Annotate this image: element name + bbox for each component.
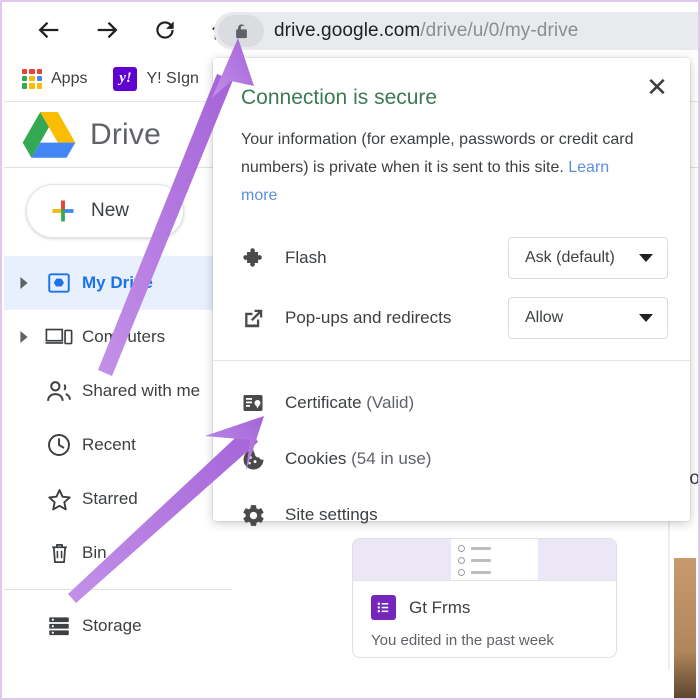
permission-label-popups: Pop-ups and redirects (285, 308, 508, 328)
file-card-subtitle: You edited in the past week (371, 632, 616, 649)
drive-sidebar: New My Drive (4, 168, 232, 653)
expand-caret-icon[interactable] (12, 331, 36, 343)
close-icon[interactable]: ✕ (640, 70, 674, 104)
google-drive-logo-icon (22, 112, 76, 158)
certificate-detail: (Valid) (362, 393, 415, 412)
external-link-icon (241, 306, 285, 331)
bookmark-apps-label: Apps (51, 70, 87, 88)
site-info-lock-button[interactable] (218, 15, 264, 47)
sidebar-label-storage: Storage (82, 616, 142, 636)
reload-icon (152, 17, 178, 43)
permission-value-popups: Allow (525, 309, 563, 327)
caret-right-icon (18, 277, 30, 289)
sidebar-item-storage[interactable]: Storage (4, 599, 232, 653)
site-settings-label: Site settings (285, 505, 378, 524)
file-card-body: Gt Frms You edited in the past week (353, 581, 616, 649)
file-card-gt-frms[interactable]: Gt Frms You edited in the past week (352, 538, 617, 658)
bookmark-yahoo-label: Y! SIgn (146, 70, 198, 88)
file-thumbnail (353, 539, 616, 581)
lock-icon (233, 22, 250, 41)
clock-icon (36, 432, 82, 458)
info-label-cookies: Cookies (54 in use) (285, 449, 431, 469)
sidebar-label-recent: Recent (82, 435, 136, 455)
back-arrow-icon (35, 16, 63, 44)
sidebar-label-computers: Computers (82, 327, 165, 347)
storage-icon (36, 614, 82, 638)
sidebar-item-computers[interactable]: Computers (4, 310, 232, 364)
chevron-down-icon (639, 254, 653, 262)
url-path: /drive/u/0/my-drive (420, 20, 578, 41)
sidebar-label-shared-with-me: Shared with me (82, 381, 200, 401)
url-text: drive.google.com/drive/u/0/my-drive (264, 20, 578, 42)
drive-title: Drive (90, 118, 161, 152)
cookies-detail: (54 in use) (346, 449, 431, 468)
yahoo-icon: y! (113, 67, 137, 91)
cookie-icon (241, 447, 285, 472)
permission-row-popups: Pop-ups and redirects Allow (213, 288, 690, 348)
address-bar[interactable]: drive.google.com/drive/u/0/my-drive (214, 12, 700, 50)
permission-value-flash: Ask (default) (525, 249, 615, 267)
trash-icon (36, 540, 82, 566)
popup-info-list: Certificate (Valid) Cookies (54 in use) (213, 361, 690, 543)
back-button[interactable] (26, 7, 72, 53)
sidebar-item-bin[interactable]: Bin (4, 526, 232, 580)
forward-arrow-icon (93, 16, 121, 44)
new-button[interactable]: New (26, 184, 184, 238)
reload-button[interactable] (142, 7, 188, 53)
popup-title: Connection is secure (213, 58, 690, 110)
permission-select-popups[interactable]: Allow (508, 297, 668, 339)
sidebar-item-my-drive[interactable]: My Drive (4, 256, 232, 310)
sidebar-label-bin: Bin (82, 543, 107, 563)
bookmark-apps[interactable]: Apps (22, 69, 87, 89)
star-icon (36, 486, 82, 513)
sidebar-label-starred: Starred (82, 489, 138, 509)
certificate-label: Certificate (285, 393, 362, 412)
my-drive-icon (36, 270, 82, 296)
permission-select-flash[interactable]: Ask (default) (508, 237, 668, 279)
plus-icon (49, 197, 77, 225)
new-button-label: New (91, 200, 129, 222)
chevron-down-icon (639, 314, 653, 322)
file-thumbnail-partial[interactable] (674, 558, 696, 700)
info-label-site-settings: Site settings (285, 505, 378, 525)
google-forms-icon (371, 595, 396, 620)
computers-icon (36, 325, 82, 349)
url-domain: drive.google.com (274, 20, 420, 41)
new-button-wrap: New (4, 168, 232, 256)
info-label-certificate: Certificate (Valid) (285, 393, 414, 413)
browser-toolbar: drive.google.com/drive/u/0/my-drive (4, 4, 700, 56)
apps-grid-icon (22, 69, 42, 89)
info-row-certificate[interactable]: Certificate (Valid) (213, 375, 690, 431)
shared-with-me-icon (36, 379, 82, 404)
sidebar-item-shared-with-me[interactable]: Shared with me (4, 364, 232, 418)
sidebar-item-starred[interactable]: Starred (4, 472, 232, 526)
expand-caret-icon[interactable] (12, 277, 36, 289)
file-card-title: Gt Frms (409, 598, 470, 618)
permission-row-flash: Flash Ask (default) (213, 228, 690, 288)
file-card-title-row: Gt Frms (371, 595, 616, 620)
permissions-list: Flash Ask (default) Pop-ups and redirect… (213, 210, 690, 360)
bookmark-yahoo-sign[interactable]: y! Y! SIgn (113, 67, 198, 91)
browser-window: drive.google.com/drive/u/0/my-drive Apps… (0, 0, 700, 700)
certificate-icon (241, 391, 285, 415)
cookies-label: Cookies (285, 449, 346, 468)
info-row-cookies[interactable]: Cookies (54 in use) (213, 431, 690, 487)
forward-button[interactable] (84, 7, 130, 53)
popup-description: Your information (for example, passwords… (213, 110, 690, 210)
permission-label-flash: Flash (285, 248, 508, 268)
sidebar-label-my-drive: My Drive (82, 273, 153, 293)
caret-right-icon (18, 331, 30, 343)
site-information-popup: ✕ Connection is secure Your information … (213, 58, 690, 521)
sidebar-divider (4, 589, 232, 590)
info-row-site-settings[interactable]: Site settings (213, 487, 690, 543)
gear-icon (241, 503, 285, 528)
puzzle-piece-icon (241, 246, 285, 271)
sidebar-item-recent[interactable]: Recent (4, 418, 232, 472)
